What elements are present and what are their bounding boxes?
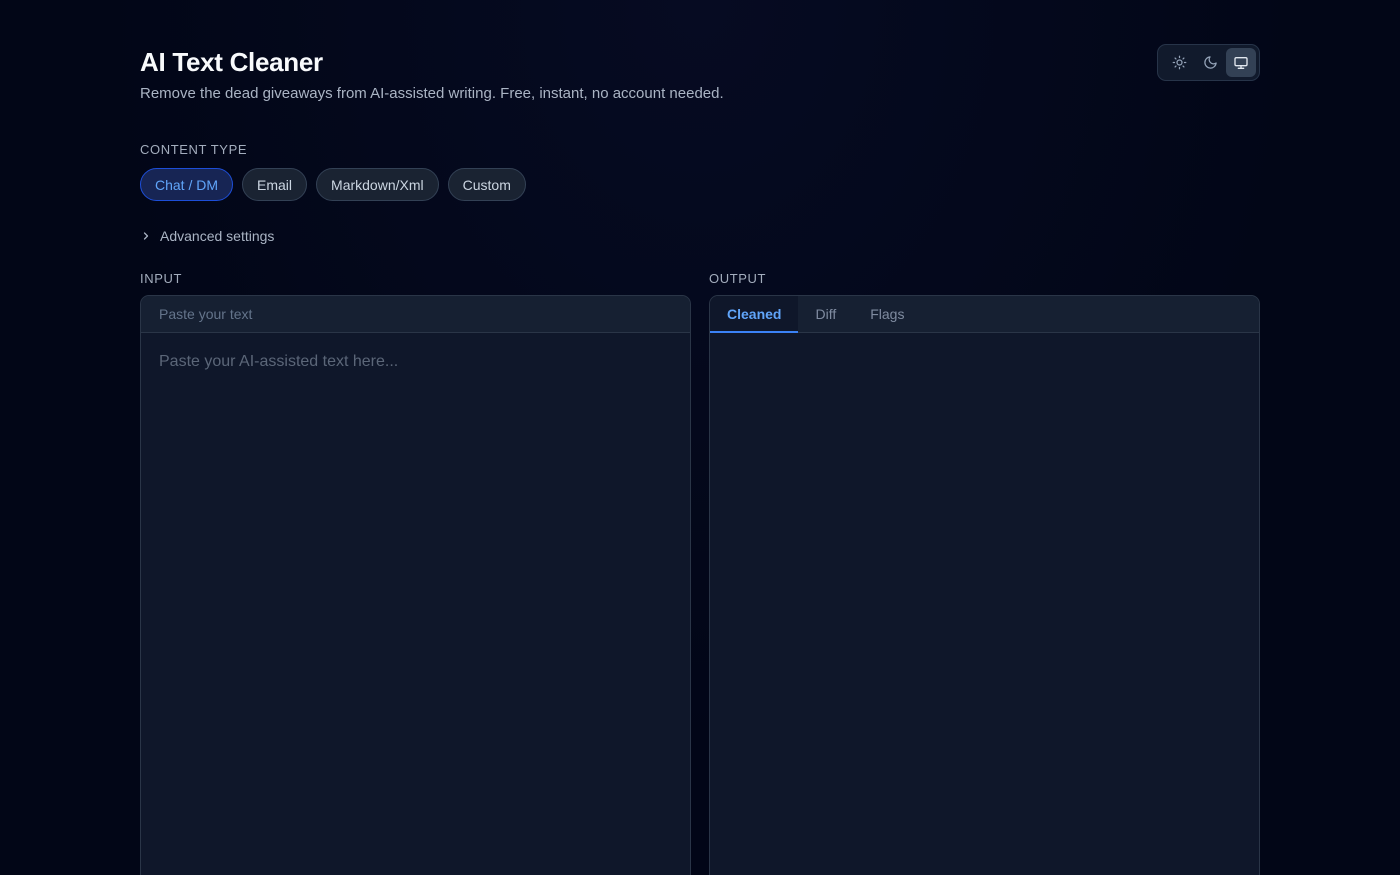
dark-theme-button[interactable] <box>1195 48 1225 77</box>
theme-toggle <box>1157 44 1260 81</box>
input-label: INPUT <box>140 271 182 286</box>
chip-custom[interactable]: Custom <box>447 168 526 201</box>
input-column: INPUT Paste your text <box>140 271 691 875</box>
tab-diff[interactable]: Diff <box>798 296 853 332</box>
input-panel-header: Paste your text <box>141 296 690 333</box>
page-header: AI Text Cleaner Remove the dead giveaway… <box>140 0 1260 104</box>
advanced-settings-toggle[interactable]: Advanced settings <box>140 227 1260 245</box>
page-title: AI Text Cleaner <box>140 47 323 77</box>
monitor-icon <box>1234 56 1248 69</box>
chip-markdown-xml[interactable]: Markdown/Xml <box>316 168 439 201</box>
output-column: OUTPUT Cleaned Diff Flags <box>709 271 1260 875</box>
content-type-chips: Chat / DM Email Markdown/Xml Custom <box>140 168 1260 201</box>
input-textarea[interactable] <box>141 333 690 875</box>
system-theme-button[interactable] <box>1226 48 1256 77</box>
panels: INPUT Paste your text OUTPUT Cleaned Dif… <box>140 271 1260 875</box>
output-panel: Cleaned Diff Flags <box>709 295 1260 875</box>
chevron-right-icon <box>143 232 149 240</box>
sun-icon <box>1172 55 1186 70</box>
moon-icon <box>1203 56 1217 69</box>
content-type-label: CONTENT TYPE <box>140 142 248 157</box>
output-content <box>710 333 1259 875</box>
input-panel: Paste your text <box>140 295 691 875</box>
tab-cleaned[interactable]: Cleaned <box>710 296 799 333</box>
output-tabs: Cleaned Diff Flags <box>710 296 1259 333</box>
chip-email[interactable]: Email <box>242 168 308 201</box>
app-page: AI Text Cleaner Remove the dead giveaway… <box>0 0 1400 875</box>
light-theme-button[interactable] <box>1164 48 1194 77</box>
advanced-settings-label: Advanced settings <box>160 228 275 244</box>
output-label: OUTPUT <box>709 271 767 286</box>
page-subtitle: Remove the dead giveaways from AI-assist… <box>140 85 724 102</box>
chip-chat-dm[interactable]: Chat / DM <box>140 168 234 201</box>
tab-flags[interactable]: Flags <box>853 296 921 332</box>
content-type-section: CONTENT TYPE Chat / DM Email Markdown/Xm… <box>140 142 1260 201</box>
